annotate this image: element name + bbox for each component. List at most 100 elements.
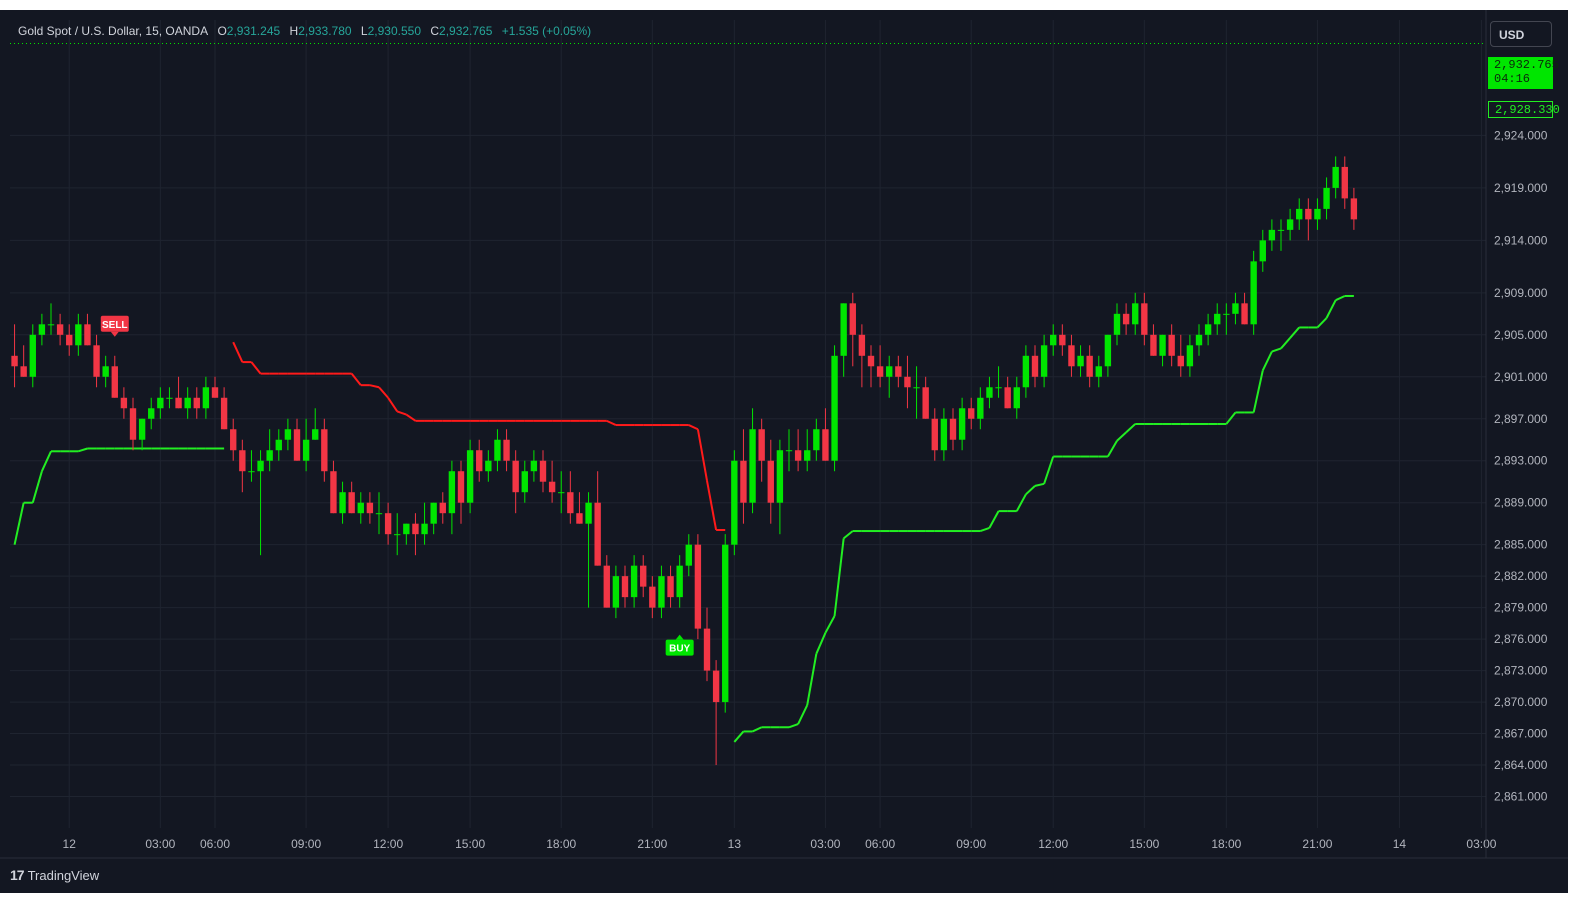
- candle-body: [348, 492, 355, 514]
- supertrend-segment: [688, 424, 699, 431]
- buy-signal-label: BUY: [669, 644, 690, 655]
- candle-body: [867, 355, 875, 367]
- candle-body: [849, 303, 856, 335]
- currency-button[interactable]: USD: [1490, 21, 1552, 47]
- y-tick-label: 2,893.000: [1494, 454, 1548, 468]
- candle-body: [567, 492, 574, 514]
- close-label: C: [430, 24, 440, 38]
- supertrend-segment: [78, 447, 88, 453]
- candle-body: [594, 502, 601, 566]
- brand-name[interactable]: TradingView: [28, 868, 100, 883]
- candle-body: [485, 460, 492, 472]
- candle-body: [202, 387, 210, 409]
- candle-body: [1168, 334, 1175, 356]
- candle-body: [175, 397, 182, 409]
- candle-body: [1159, 334, 1166, 356]
- candle-body: [248, 471, 255, 473]
- candle-body: [758, 429, 765, 461]
- supertrend-segment: [378, 386, 389, 399]
- candle-body: [1195, 334, 1203, 346]
- candle-body: [403, 523, 410, 535]
- candle-body: [93, 345, 100, 377]
- tradingview-logo-icon[interactable]: 17: [10, 867, 25, 883]
- y-tick-label: 2,864.000: [1494, 758, 1548, 772]
- supertrend-segment: [1116, 431, 1127, 442]
- candle-body: [266, 450, 273, 461]
- candle-body: [466, 450, 474, 503]
- candle-body: [658, 576, 665, 608]
- supertrend-segment: [797, 704, 809, 725]
- last-price-value: 2,932.765: [1494, 58, 1559, 72]
- candle-body: [84, 324, 91, 346]
- candle-body: [886, 366, 893, 377]
- supertrend-segment: [806, 653, 818, 706]
- candle-body: [831, 355, 838, 461]
- supertrend-segment: [606, 419, 617, 426]
- candle-body: [1040, 345, 1048, 377]
- y-tick-label: 2,909.000: [1494, 286, 1548, 300]
- x-tick-label: 21:00: [1302, 837, 1332, 851]
- supertrend-segment: [396, 410, 407, 416]
- supertrend-segment: [387, 397, 399, 412]
- candle-body: [1177, 355, 1184, 367]
- candle-body: [749, 429, 756, 503]
- candle-body: [621, 576, 629, 598]
- candle-body: [895, 366, 902, 377]
- symbol-name[interactable]: Gold Spot / U.S. Dollar, 15, OANDA: [18, 24, 207, 38]
- candle-body: [858, 334, 866, 356]
- candle-body: [102, 366, 109, 377]
- candle-body: [375, 513, 383, 515]
- candle-body: [1296, 208, 1303, 220]
- supertrend-segment: [1107, 440, 1118, 458]
- supertrend-segment: [1261, 351, 1273, 371]
- candle-body: [1095, 366, 1102, 377]
- supertrend-segment: [232, 341, 244, 363]
- candle-body: [703, 628, 711, 671]
- candle-body: [1022, 355, 1030, 388]
- open-value: 2,931.245: [226, 24, 281, 38]
- candle-body: [667, 576, 674, 598]
- candle-body: [38, 324, 46, 335]
- candle-body: [958, 408, 966, 440]
- candle-body: [968, 408, 975, 419]
- candle-body: [439, 502, 446, 514]
- candle-body: [767, 460, 774, 503]
- candle-body: [366, 502, 374, 514]
- candle-body: [585, 502, 592, 524]
- x-tick-label: 12: [63, 837, 77, 851]
- y-tick-label: 2,897.000: [1494, 412, 1548, 426]
- candle-body: [1286, 219, 1294, 230]
- supertrend-segment: [706, 480, 718, 531]
- candle-body: [1077, 355, 1084, 367]
- candle-body: [804, 450, 811, 461]
- x-tick-label: 12:00: [1038, 837, 1068, 851]
- candle-body: [986, 387, 993, 398]
- candle-body: [239, 450, 246, 472]
- candle-body: [1113, 313, 1121, 335]
- price-chart[interactable]: 2,924.000 2,919.000 2,914.000 2,909.000 2,90…: [0, 10, 1568, 893]
- candle-body: [339, 492, 346, 514]
- candle-body: [66, 334, 73, 346]
- candle-body: [1013, 387, 1020, 409]
- candle-body: [1068, 345, 1075, 367]
- supertrend-segment: [815, 632, 827, 655]
- candle-body: [940, 418, 948, 451]
- candle-body: [412, 523, 419, 535]
- high-label: H: [289, 24, 299, 38]
- x-tick-label: 09:00: [956, 837, 986, 851]
- candle-body: [357, 502, 364, 514]
- y-tick-label: 2,889.000: [1494, 496, 1548, 510]
- grid: [10, 20, 1486, 828]
- candle-body: [977, 397, 984, 419]
- indicator-price-value: 2,928.330: [1495, 103, 1560, 117]
- supertrend-segment: [843, 530, 854, 540]
- candle-body: [1031, 355, 1039, 377]
- candle-body: [1004, 387, 1011, 409]
- last-price-tag: 2,932.765 04:16: [1488, 57, 1559, 89]
- candle-body: [931, 418, 938, 451]
- ohlc-legend: Gold Spot / U.S. Dollar, 15, OANDA O2,93…: [18, 24, 597, 38]
- candle-body: [1268, 229, 1276, 241]
- candle-body: [47, 324, 55, 326]
- supertrend-segment: [1316, 317, 1328, 329]
- candle-body: [1132, 303, 1139, 325]
